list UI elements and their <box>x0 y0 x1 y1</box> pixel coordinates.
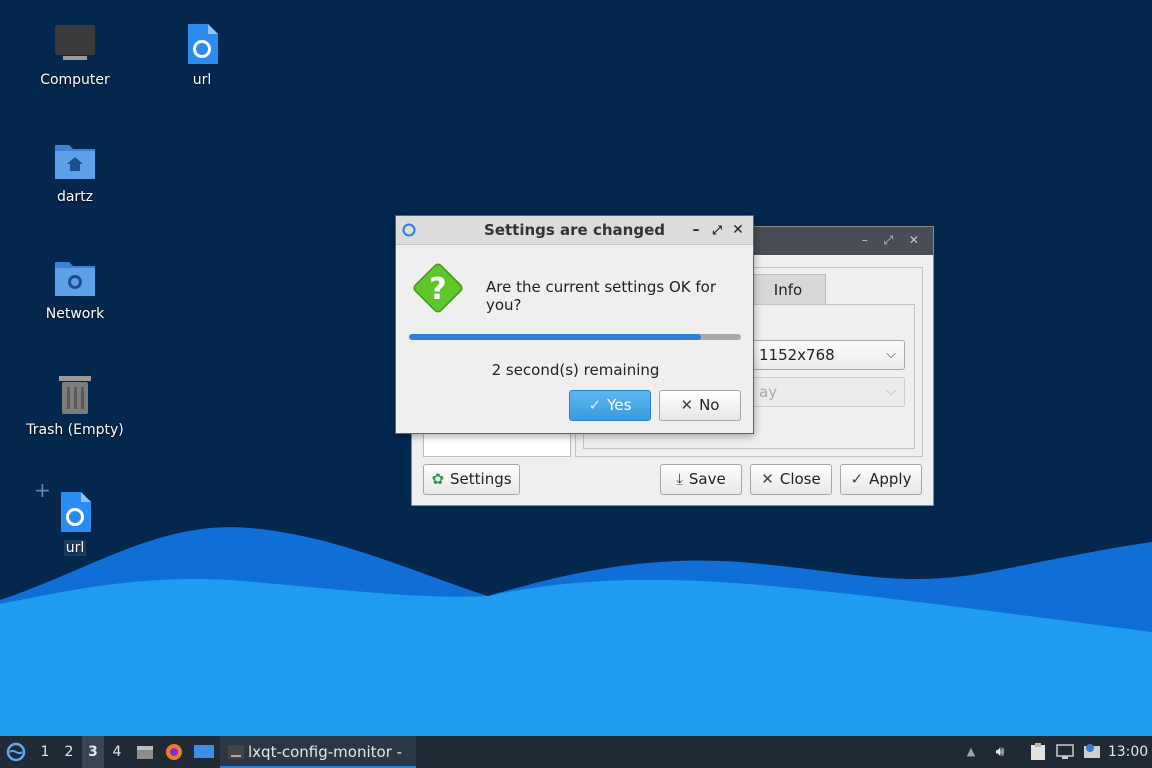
tab-info[interactable]: Info <box>750 274 826 304</box>
desktop-switch-1[interactable]: 1 <box>34 736 56 768</box>
desktop-icon-label: Network <box>45 306 105 322</box>
firefox-launcher[interactable] <box>162 736 186 768</box>
desktop-icon-network[interactable]: Network <box>20 256 130 322</box>
apply-button[interactable]: ✓ Apply <box>840 464 922 495</box>
remaining-time-label: 2 second(s) remaining <box>491 361 660 379</box>
home-folder-icon <box>55 145 95 179</box>
app-icon <box>402 223 416 237</box>
notification-icon[interactable] <box>1081 736 1103 768</box>
dialog-titlebar: Settings are changed – ⤢ ✕ <box>396 216 753 245</box>
show-desktop-launcher[interactable] <box>191 736 217 768</box>
computer-icon <box>55 25 95 60</box>
chevron-down-icon: ⌵ <box>886 384 896 399</box>
settings-changed-dialog: Settings are changed – ⤢ ✕ ? Are the cur… <box>395 215 754 434</box>
chevron-down-icon: ⌵ <box>886 347 896 362</box>
network-status-icon[interactable] <box>1054 736 1076 768</box>
yes-label: Yes <box>607 396 632 414</box>
firefox-icon <box>166 744 182 760</box>
desktop-switch-4[interactable]: 4 <box>106 736 128 768</box>
network-folder-icon <box>55 262 95 296</box>
download-icon: ⤓ <box>676 470 683 488</box>
desktop-icon-url-selected[interactable]: url <box>20 490 130 556</box>
volume-icon[interactable]: 🔊︎ <box>989 736 1011 768</box>
window-controls[interactable]: – ⤢ ✕ <box>862 233 925 248</box>
clipboard-icon[interactable] <box>1027 736 1049 768</box>
resolution-value: 1152x768 <box>759 346 835 364</box>
start-menu-button[interactable] <box>2 736 30 768</box>
resolution-combo[interactable]: 1152x768 ⌵ <box>748 340 905 370</box>
no-button[interactable]: ✕ No <box>659 390 741 421</box>
desktop-icon-computer[interactable]: Computer <box>20 22 130 88</box>
clock[interactable]: 13:00 <box>1106 736 1150 768</box>
settings-label: Settings <box>450 470 512 488</box>
tray-up-arrow-icon[interactable]: ▲ <box>962 736 980 768</box>
desktop-icon-dartz[interactable]: dartz <box>20 139 130 205</box>
yes-button[interactable]: ✓ Yes <box>569 390 651 421</box>
secondary-combo[interactable]: ay ⌵ <box>748 377 905 407</box>
web-link-icon <box>188 24 218 64</box>
check-icon: ✓ <box>588 396 602 414</box>
minimize-icon[interactable]: – <box>687 216 705 245</box>
dialog-message: Are the current settings OK for you? <box>486 278 716 314</box>
desktop-switch-3[interactable]: 3 <box>82 736 104 768</box>
desktop-icon-label: Computer <box>40 72 110 88</box>
settings-icon: ✿ <box>431 470 445 488</box>
file-manager-icon <box>137 746 153 759</box>
desktop-icon-label: dartz <box>56 189 94 205</box>
desktop-icon-label: url <box>63 540 87 556</box>
task-lxqt-config-monitor[interactable]: lxqt-config-monitor - ... <box>220 736 416 768</box>
trash-icon <box>59 376 91 414</box>
close-icon: ✕ <box>761 470 774 488</box>
desktop-icon-trash[interactable]: Trash (Empty) <box>20 372 130 438</box>
dialog-title: Settings are changed <box>484 221 665 239</box>
apply-label: Apply <box>869 470 912 488</box>
desktop-switch-2[interactable]: 2 <box>58 736 80 768</box>
question-icon: ? <box>413 263 463 313</box>
secondary-combo-value: ay <box>759 383 778 401</box>
progress-fill <box>409 334 702 340</box>
close-icon[interactable]: ✕ <box>729 216 747 245</box>
save-button[interactable]: ⤓ Save <box>660 464 742 495</box>
svg-text:?: ? <box>429 272 446 307</box>
task-label: lxqt-config-monitor - ... <box>248 743 403 761</box>
desktop-icon <box>194 745 214 758</box>
terminal-icon <box>228 745 244 759</box>
lxqt-logo-icon <box>6 742 26 762</box>
countdown-progress-bar <box>409 334 741 340</box>
save-label: Save <box>688 470 726 488</box>
desktop-icon-label: url <box>192 72 212 88</box>
settings-button[interactable]: ✿ Settings <box>423 464 520 495</box>
web-link-icon <box>61 492 91 532</box>
taskbar: 1 2 3 4 lxqt-config-monitor - ... ▲ 🔊︎ 1… <box>0 736 1152 768</box>
close-button[interactable]: ✕ Close <box>750 464 832 495</box>
desktop-icon-label: Trash (Empty) <box>26 422 124 438</box>
check-icon: ✓ <box>850 470 864 488</box>
no-label: No <box>699 396 720 414</box>
desktop-icon-url[interactable]: url <box>147 22 257 88</box>
maximize-icon[interactable]: ⤢ <box>708 216 726 245</box>
close-icon: ✕ <box>680 396 694 414</box>
file-manager-launcher[interactable] <box>133 736 157 768</box>
close-label: Close <box>779 470 821 488</box>
